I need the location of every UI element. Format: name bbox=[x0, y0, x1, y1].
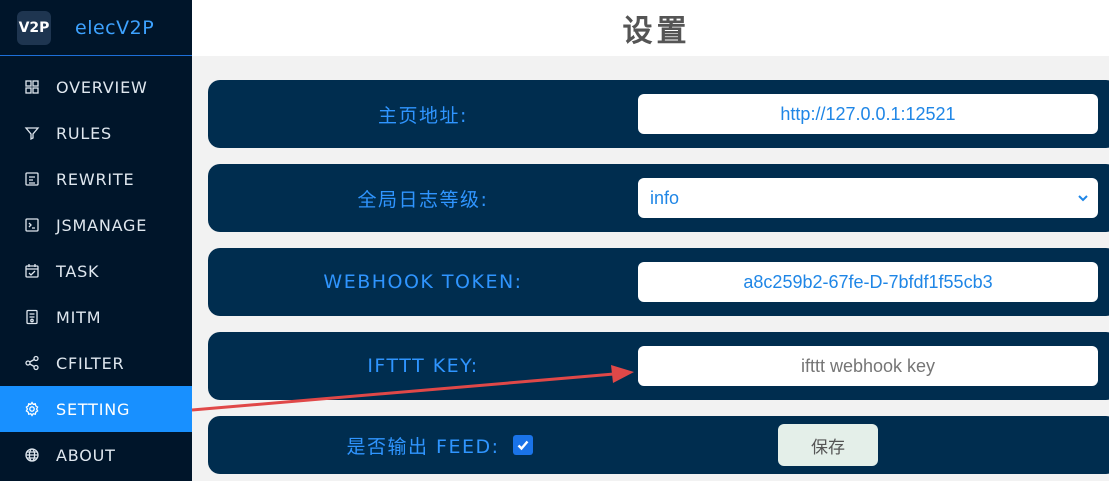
sidebar-item-rewrite[interactable]: REWRITE bbox=[0, 156, 192, 202]
page-header: 设置 bbox=[192, 0, 1109, 56]
setting-row-homepage: 主页地址: bbox=[208, 80, 1109, 148]
loglevel-selected-value: info bbox=[650, 187, 680, 208]
filter-icon bbox=[24, 125, 40, 141]
sidebar-item-mitm[interactable]: MITM bbox=[0, 294, 192, 340]
sidebar-item-label: SETTING bbox=[56, 399, 131, 419]
sidebar-item-label: CFILTER bbox=[56, 353, 125, 373]
homepage-input[interactable] bbox=[638, 94, 1098, 134]
ifttt-label: IFTTT KEY: bbox=[367, 355, 479, 377]
sidebar-item-jsmanage[interactable]: JSMANAGE bbox=[0, 202, 192, 248]
sidebar-item-label: RULES bbox=[56, 123, 113, 143]
setting-row-loglevel: 全局日志等级: info bbox=[208, 164, 1109, 232]
sidebar: V2P elecV2P OVERVIEW RULES REWRITE JSMAN… bbox=[0, 0, 192, 481]
setting-row-ifttt: IFTTT KEY: bbox=[208, 332, 1109, 400]
sidebar-item-setting[interactable]: SETTING bbox=[0, 386, 192, 432]
brand: V2P elecV2P bbox=[0, 0, 192, 56]
save-button[interactable]: 保存 bbox=[778, 424, 878, 466]
webhook-token-input[interactable] bbox=[638, 262, 1098, 302]
ifttt-key-input[interactable] bbox=[638, 346, 1098, 386]
sidebar-item-overview[interactable]: OVERVIEW bbox=[0, 64, 192, 110]
sidebar-item-label: TASK bbox=[56, 261, 100, 281]
loglevel-label: 全局日志等级: bbox=[357, 188, 489, 211]
setting-row-feed: 是否输出 FEED: 保存 bbox=[208, 416, 1109, 474]
webhook-label: WEBHOOK TOKEN: bbox=[323, 271, 523, 293]
settings-content: 主页地址: 全局日志等级: info WEBHOOK TOKEN: IFTTT … bbox=[192, 56, 1109, 481]
share-icon bbox=[24, 355, 40, 371]
sidebar-item-task[interactable]: TASK bbox=[0, 248, 192, 294]
checkmark-icon bbox=[517, 440, 529, 451]
sidebar-item-about[interactable]: ABOUT bbox=[0, 432, 192, 478]
globe-icon bbox=[24, 447, 40, 463]
terminal-icon bbox=[24, 217, 40, 233]
chevron-down-icon bbox=[1078, 195, 1088, 202]
homepage-label: 主页地址: bbox=[378, 104, 468, 127]
grid-icon bbox=[24, 79, 40, 95]
feed-label: 是否输出 FEED: bbox=[346, 435, 500, 458]
loglevel-select[interactable]: info bbox=[638, 178, 1098, 218]
main-panel: 设置 主页地址: 全局日志等级: info WEBHOOK TOKEN: IFT… bbox=[192, 0, 1109, 481]
feed-checkbox[interactable] bbox=[513, 435, 533, 455]
sidebar-item-label: REWRITE bbox=[56, 169, 135, 189]
page-title: 设置 bbox=[622, 14, 691, 49]
sidebar-item-label: OVERVIEW bbox=[56, 77, 148, 97]
sidebar-item-label: JSMANAGE bbox=[56, 215, 148, 235]
sidebar-item-label: ABOUT bbox=[56, 445, 116, 465]
setting-row-webhook: WEBHOOK TOKEN: bbox=[208, 248, 1109, 316]
sidebar-item-label: MITM bbox=[56, 307, 102, 327]
sidebar-item-cfilter[interactable]: CFILTER bbox=[0, 340, 192, 386]
certificate-icon bbox=[24, 309, 40, 325]
app-name: elecV2P bbox=[75, 16, 155, 39]
sidebar-item-rules[interactable]: RULES bbox=[0, 110, 192, 156]
app-logo: V2P bbox=[17, 10, 51, 45]
calendar-icon bbox=[24, 263, 40, 279]
rewrite-icon bbox=[24, 171, 40, 187]
gear-icon bbox=[24, 401, 40, 417]
